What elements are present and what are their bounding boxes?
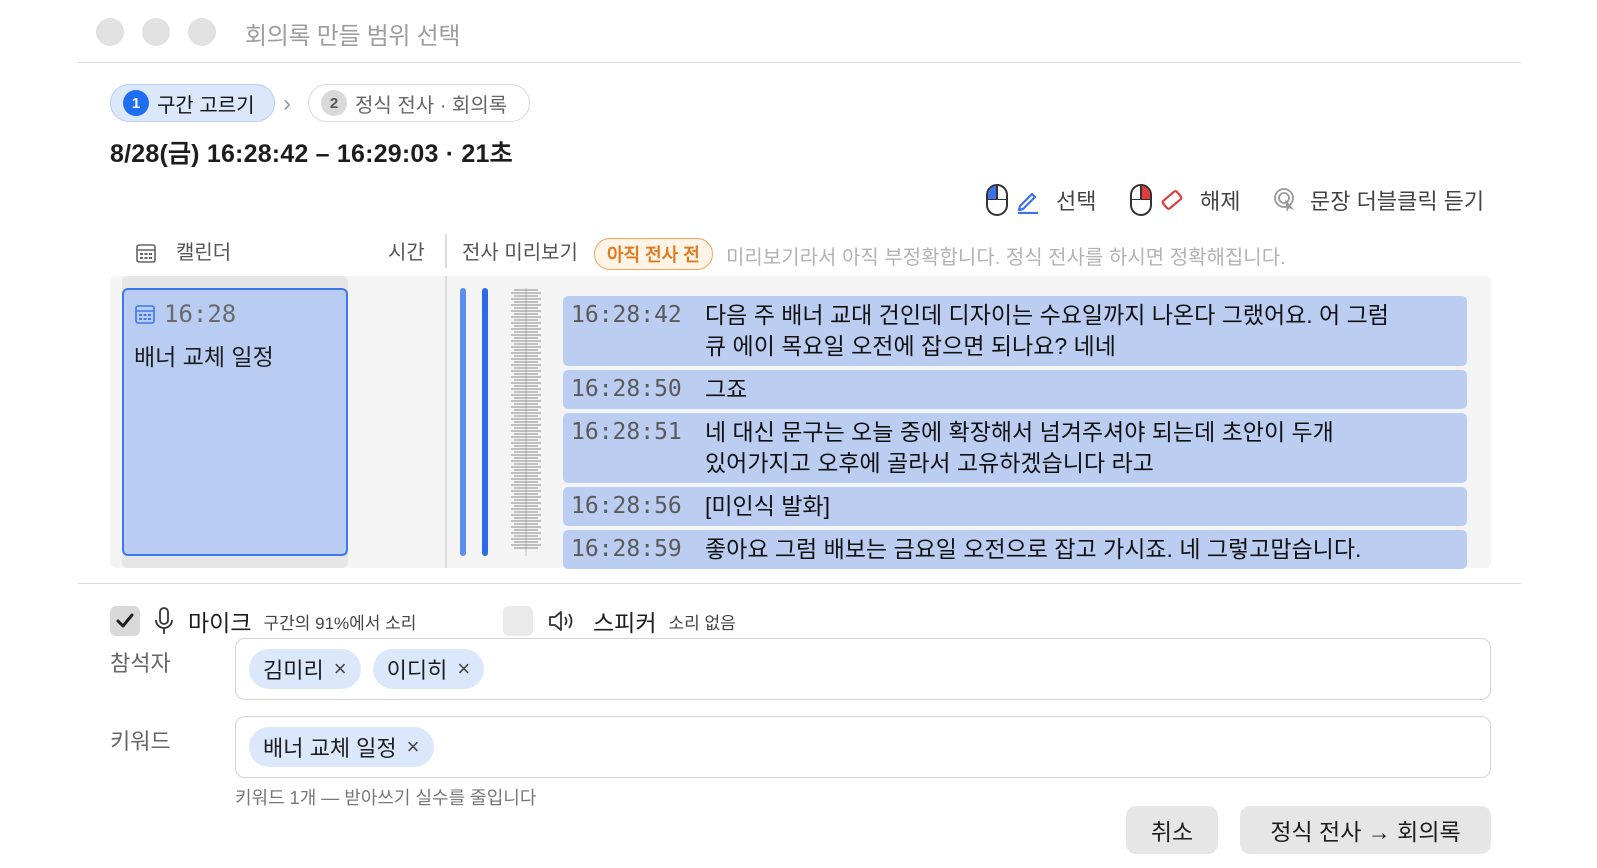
row-timestamp: 16:28:51 <box>571 419 682 445</box>
row-text: 좋아요 그럼 배보는 금요일 오전으로 잡고 가시죠. 네 그렇고맙습니다. <box>705 536 1362 562</box>
chevron-right-icon: › <box>283 90 291 117</box>
keywords-field[interactable]: 배너 교체 일정 × <box>235 716 1491 778</box>
row-text: 다음 주 배너 교대 건인데 디자이는 수요일까지 나온다 그랬어요. 어 그럼… <box>705 302 1389 359</box>
column-divider <box>445 234 447 268</box>
participant-chip[interactable]: 김미리 × <box>249 649 361 689</box>
legend-select: 선택 <box>986 178 1096 222</box>
participant-chip[interactable]: 이디히 × <box>372 649 485 689</box>
not-transcribed-badge: 아직 전사 전 <box>594 238 713 270</box>
mic-checkbox[interactable] <box>110 606 140 636</box>
calendar-event[interactable]: 16:28 배너 교체 일정 <box>122 288 348 556</box>
microphone-icon <box>155 607 173 634</box>
transcript-list: 16:28:42 다음 주 배너 교대 건인데 디자이는 수요일까지 나온다 그… <box>563 296 1467 573</box>
calendar-icon <box>136 244 156 263</box>
step-label: 구간 고르기 <box>157 94 255 117</box>
title-bar: 회의록 만들 범위 선택 <box>0 0 1597 62</box>
event-title: 배너 교체 일정 <box>134 344 274 370</box>
column-calendar: 캘린더 <box>176 242 232 264</box>
remove-icon[interactable]: × <box>334 656 347 682</box>
legend-double-click: 문장 더블클릭 듣기 <box>1272 178 1484 222</box>
range-bar-selection <box>482 288 488 556</box>
range-summary: 8/28(금) 16:28:42 – 16:29:03 · 21초 <box>110 140 513 168</box>
mouse-left-click-icon <box>986 184 1008 216</box>
transcript-row[interactable]: 16:28:50 그죠 <box>563 370 1467 409</box>
speaker-checkbox[interactable] <box>503 606 533 636</box>
participants-field[interactable]: 김미리 × 이디히 × <box>235 638 1491 700</box>
step-label: 정식 전사 · 회의록 <box>355 94 508 117</box>
row-text: 그죠 <box>705 376 748 402</box>
speaker-icon <box>549 611 573 631</box>
step-number: 2 <box>321 90 347 116</box>
row-timestamp: 16:28:56 <box>571 493 682 519</box>
speaker-status: 소리 없음 <box>668 613 736 633</box>
participants-label: 참석자 <box>110 651 171 676</box>
remove-icon[interactable]: × <box>457 656 470 682</box>
row-text: 네 대신 문구는 오늘 중에 확장해서 넘겨주셔야 되는데 초안이 두개 있어가… <box>705 419 1334 476</box>
row-text: [미인식 발화] <box>705 493 830 519</box>
audio-waveform <box>511 288 541 556</box>
section-divider <box>78 583 1521 584</box>
keywords-label: 키워드 <box>110 729 171 754</box>
mic-status: 구간의 91%에서 소리 <box>263 613 417 633</box>
legend-double-click-label: 문장 더블클릭 듣기 <box>1310 189 1485 214</box>
window-title: 회의록 만들 범위 선택 <box>245 23 461 50</box>
step-number: 1 <box>123 90 149 116</box>
mouse-right-click-icon <box>1130 184 1152 216</box>
row-timestamp: 16:28:59 <box>571 536 682 562</box>
confirm-transcribe-button[interactable]: 정식 전사 → 회의록 <box>1240 806 1491 854</box>
legend-select-label: 선택 <box>1056 189 1097 214</box>
transcript-row[interactable]: 16:28:51 네 대신 문구는 오늘 중에 확장해서 넘겨주셔야 되는데 초… <box>563 413 1467 483</box>
zoom-window-button[interactable] <box>188 18 216 46</box>
keywords-hint: 키워드 1개 — 받아쓰기 실수를 줄입니다 <box>235 788 537 808</box>
legend-deselect: 해제 <box>1130 178 1240 222</box>
calendar-icon <box>135 305 155 324</box>
double-click-listen-icon <box>1274 188 1294 212</box>
minimize-window-button[interactable] <box>142 18 170 46</box>
preview-hint: 미리보기라서 아직 부정확합니다. 정식 전사를 하시면 정확해집니다. <box>726 247 1286 269</box>
cancel-button[interactable]: 취소 <box>1126 806 1218 854</box>
transcript-row[interactable]: 16:28:59 좋아요 그럼 배보는 금요일 오전으로 잡고 가시죠. 네 그… <box>563 530 1467 569</box>
event-time: 16:28 <box>164 300 237 328</box>
range-bar-mic <box>460 288 466 556</box>
mic-label: 마이크 <box>188 610 252 636</box>
checkmark-icon <box>116 613 134 628</box>
remove-icon[interactable]: × <box>407 734 420 760</box>
legend-deselect-label: 해제 <box>1200 189 1241 214</box>
step-select-range[interactable]: 1 구간 고르기 <box>110 84 275 122</box>
close-window-button[interactable] <box>96 18 124 46</box>
mic-option: 마이크 구간의 91%에서 소리 <box>110 604 416 638</box>
column-preview: 전사 미리보기 <box>462 242 578 264</box>
speaker-option: 스피커 소리 없음 <box>503 604 736 638</box>
row-timestamp: 16:28:42 <box>571 302 682 328</box>
panel-divider <box>445 276 447 568</box>
eraser-icon <box>1161 190 1183 210</box>
transcript-row[interactable]: 16:28:42 다음 주 배너 교대 건인데 디자이는 수요일까지 나온다 그… <box>563 296 1467 366</box>
row-timestamp: 16:28:50 <box>571 376 682 402</box>
step-transcribe-minutes[interactable]: 2 정식 전사 · 회의록 <box>308 84 530 122</box>
title-divider <box>78 62 1521 63</box>
speaker-label: 스피커 <box>593 610 657 636</box>
keyword-chip[interactable]: 배너 교체 일정 × <box>249 727 434 767</box>
column-time: 시간 <box>388 242 425 264</box>
pencil-icon <box>1017 192 1038 214</box>
transcript-row[interactable]: 16:28:56 [미인식 발화] <box>563 487 1467 526</box>
